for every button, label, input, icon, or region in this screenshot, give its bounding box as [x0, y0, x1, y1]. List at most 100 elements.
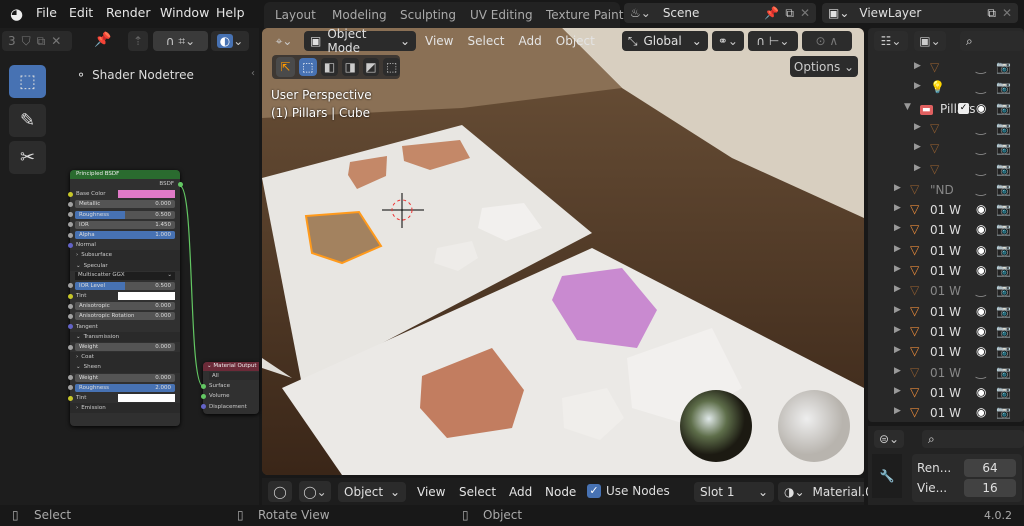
- camera-icon[interactable]: 📷: [996, 141, 1011, 155]
- camera-icon[interactable]: 📷: [996, 344, 1011, 358]
- camera-icon[interactable]: 📷: [996, 101, 1011, 115]
- menu-window[interactable]: Window: [160, 5, 209, 20]
- expand-icon[interactable]: ▶: [894, 345, 901, 355]
- outliner-item[interactable]: ▶ ▽ 01 W ◉ 📷: [868, 302, 1018, 322]
- outliner-item[interactable]: ▶ ▽ 01 W ◉ 📷: [868, 403, 1018, 423]
- menu-file[interactable]: File: [36, 5, 57, 20]
- expand-open-icon[interactable]: ▼: [904, 102, 911, 112]
- outliner-item[interactable]: ▶ ▽ 01 W ‿ 📷: [868, 281, 1018, 301]
- outliner-item[interactable]: ▶ 💡 ‿ 📷: [868, 78, 1018, 98]
- tab-tool[interactable]: 🔧: [872, 454, 902, 498]
- outliner-item[interactable]: ▶ ▽ ‿ 📷: [868, 160, 1018, 180]
- outliner-item[interactable]: ▼ ▬ Pillars ✓ ◉ 📷: [868, 99, 1018, 119]
- eye-closed-icon[interactable]: ‿: [976, 162, 986, 176]
- display-mode-dropdown[interactable]: ☷⌄: [874, 31, 908, 51]
- node-menu-view[interactable]: View: [412, 485, 450, 499]
- outliner-search[interactable]: ⌕: [960, 31, 1024, 51]
- camera-icon[interactable]: 📷: [996, 283, 1011, 297]
- viewport-menu-object[interactable]: Object: [551, 34, 600, 48]
- eye-closed-icon[interactable]: ‿: [976, 365, 986, 379]
- exclude-checkbox[interactable]: ✓: [958, 102, 969, 114]
- menu-edit[interactable]: Edit: [69, 5, 93, 20]
- select-intersect-icon[interactable]: ⬚: [383, 58, 401, 76]
- expand-icon[interactable]: ▶: [894, 284, 901, 294]
- slot-dropdown[interactable]: Slot 1 ⌄: [694, 482, 774, 502]
- expand-icon[interactable]: ▶: [914, 61, 921, 71]
- menu-help[interactable]: Help: [216, 5, 245, 20]
- outliner-item[interactable]: ▶ ▽ ‿ 📷: [868, 119, 1018, 139]
- expand-icon[interactable]: ▶: [894, 325, 901, 335]
- viewport-menu-view[interactable]: View: [420, 34, 458, 48]
- pivot-point-dropdown[interactable]: ⚭⌄: [711, 31, 744, 51]
- camera-icon[interactable]: 📷: [996, 324, 1011, 338]
- expand-icon[interactable]: ▶: [894, 223, 901, 233]
- proportional-editing[interactable]: ⊙ ∧: [801, 31, 852, 51]
- camera-icon[interactable]: 📷: [996, 121, 1011, 135]
- camera-icon[interactable]: 📷: [996, 385, 1011, 399]
- eye-icon[interactable]: ◉: [976, 405, 986, 419]
- viewport-menu-select[interactable]: Select: [462, 34, 509, 48]
- camera-icon[interactable]: 📷: [996, 80, 1011, 94]
- expand-icon[interactable]: ▶: [914, 122, 921, 132]
- tab-sculpting[interactable]: Sculpting: [400, 8, 456, 22]
- shader-editor[interactable]: 3 ⛉ ⧉ ✕ 📌 ⇡ ∩ ⌗⌄ ◐ ⌄ ⬚ ✎ ✂ ⚬ Shader Nodetr…: [0, 28, 259, 505]
- camera-icon[interactable]: 📷: [996, 405, 1011, 419]
- node-menu-node[interactable]: Node: [540, 485, 581, 499]
- select-new-icon[interactable]: ⬚: [298, 58, 318, 76]
- camera-icon[interactable]: 📷: [996, 365, 1011, 379]
- eye-icon[interactable]: ◉: [976, 344, 986, 358]
- select-extend-icon[interactable]: ◧: [321, 58, 338, 76]
- outliner-item[interactable]: ▶ ▽ 01 W ‿ 📷: [868, 363, 1018, 383]
- transform-orientation[interactable]: ⤡ Global ⌄: [621, 31, 708, 51]
- expand-icon[interactable]: ▶: [914, 142, 921, 152]
- outliner-item[interactable]: ▶ ▽ 01 W ◉ 📷: [868, 241, 1018, 261]
- use-nodes-checkbox[interactable]: ✓ Use Nodes: [587, 484, 670, 498]
- eye-closed-icon[interactable]: ‿: [976, 60, 986, 74]
- menu-render[interactable]: Render: [106, 5, 151, 20]
- editor-type-icon[interactable]: ◯: [268, 481, 292, 502]
- eye-closed-icon[interactable]: ‿: [976, 121, 986, 135]
- outliner[interactable]: ☷⌄ ▣⌄ ⌕ ▶ ▽ ‿ 📷▶ 💡 ‿ 📷▼ ▬ Pillars ✓ ◉ 📷▶…: [868, 28, 1024, 422]
- outliner-item[interactable]: ▶ ▽ 01 W ◉ 📷: [868, 220, 1018, 240]
- expand-icon[interactable]: ▶: [894, 366, 901, 376]
- camera-icon[interactable]: 📷: [996, 202, 1011, 216]
- camera-icon[interactable]: 📷: [996, 243, 1011, 257]
- eye-closed-icon[interactable]: ‿: [976, 283, 986, 297]
- render-samples-field[interactable]: 64: [964, 459, 1016, 477]
- eye-icon[interactable]: ◉: [976, 385, 986, 399]
- eye-icon[interactable]: ◉: [976, 222, 986, 236]
- outliner-item[interactable]: ▶ ▽ 01 W ◉ 📷: [868, 261, 1018, 281]
- camera-icon[interactable]: 📷: [996, 162, 1011, 176]
- expand-icon[interactable]: ▶: [894, 264, 901, 274]
- expand-icon[interactable]: ▶: [894, 305, 901, 315]
- tool-select-icon[interactable]: ⇱: [276, 57, 295, 77]
- expand-icon[interactable]: ▶: [894, 244, 901, 254]
- editor-type-icon[interactable]: ⌖⌄: [268, 31, 300, 51]
- eye-icon[interactable]: ◉: [976, 304, 986, 318]
- options-dropdown[interactable]: Options ⌄: [790, 56, 858, 77]
- outliner-item[interactable]: ▶ ▽ ‿ 📷: [868, 58, 1018, 78]
- eye-icon[interactable]: ◉: [976, 263, 986, 277]
- viewport-menu-add[interactable]: Add: [514, 34, 547, 48]
- tab-modeling[interactable]: Modeling: [332, 8, 387, 22]
- eye-closed-icon[interactable]: ‿: [976, 141, 986, 155]
- close-icon[interactable]: ✕: [800, 6, 810, 20]
- node-menu-select[interactable]: Select: [454, 485, 501, 499]
- select-subtract-icon[interactable]: ◨: [341, 58, 359, 76]
- scene-selector[interactable]: ♨⌄ Scene 📌 ⧉ ✕: [624, 3, 816, 23]
- camera-icon[interactable]: 📷: [996, 60, 1011, 74]
- tab-layout[interactable]: Layout: [275, 8, 316, 22]
- camera-icon[interactable]: 📷: [996, 182, 1011, 196]
- copy-icon[interactable]: ⧉: [987, 6, 996, 21]
- 3d-viewport[interactable]: ⌖⌄ ▣ Object Mode ⌄ View Select Add Object …: [262, 28, 864, 475]
- outliner-item[interactable]: ▶ ▽ "ND ‿ 📷: [868, 180, 1018, 200]
- eye-icon[interactable]: ◉: [976, 324, 986, 338]
- expand-icon[interactable]: ▶: [914, 81, 921, 91]
- pin-icon[interactable]: 📌: [764, 6, 779, 20]
- outliner-item[interactable]: ▶ ▽ 01 W ◉ 📷: [868, 322, 1018, 342]
- mode-selector[interactable]: ▣ Object Mode ⌄: [304, 28, 416, 55]
- viewport-samples-field[interactable]: 16: [964, 479, 1016, 497]
- properties-search[interactable]: ⌕: [922, 430, 1024, 448]
- tab-texture-paint[interactable]: Texture Paint: [546, 8, 623, 22]
- expand-icon[interactable]: ▶: [894, 183, 901, 193]
